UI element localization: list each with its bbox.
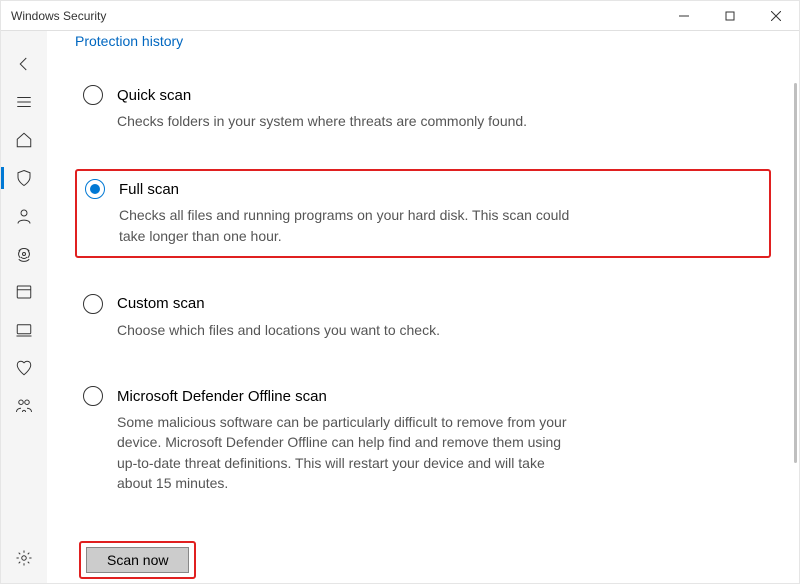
scrollbar[interactable] [791,43,797,581]
hamburger-icon [15,93,33,111]
option-title: Full scan [119,181,179,198]
window-controls [661,1,799,31]
heart-icon [15,359,33,377]
person-icon [15,207,33,225]
nav-virus[interactable] [1,159,47,197]
settings-button[interactable] [1,539,47,577]
sidebar [1,31,47,583]
option-desc: Choose which files and locations you wan… [117,320,577,340]
minimize-button[interactable] [661,1,707,31]
titlebar: Windows Security [1,1,799,31]
gear-icon [15,549,33,567]
option-custom-scan[interactable]: Custom scan Choose which files and locat… [75,286,771,350]
radio-offline-scan[interactable] [83,386,103,406]
nav-home[interactable] [1,121,47,159]
back-button[interactable] [1,45,47,83]
nav-device[interactable] [1,311,47,349]
scrollbar-thumb[interactable] [794,83,797,463]
family-icon [15,397,33,415]
option-quick-scan[interactable]: Quick scan Checks folders in your system… [75,77,771,141]
option-title: Quick scan [117,87,191,104]
option-desc: Checks folders in your system where thre… [117,111,577,131]
browser-icon [15,283,33,301]
home-icon [15,131,33,149]
close-button[interactable] [753,1,799,31]
nav-family[interactable] [1,387,47,425]
scan-now-button[interactable]: Scan now [86,547,189,573]
option-desc: Some malicious software can be particula… [117,412,577,493]
nav-appbrowser[interactable] [1,273,47,311]
option-title: Microsoft Defender Offline scan [117,388,327,405]
device-icon [15,321,33,339]
maximize-button[interactable] [707,1,753,31]
option-desc: Checks all files and running programs on… [119,205,579,246]
menu-button[interactable] [1,83,47,121]
radio-custom-scan[interactable] [83,294,103,314]
window-title: Windows Security [11,9,106,23]
nav-performance[interactable] [1,349,47,387]
option-title: Custom scan [117,295,205,312]
main-content: Protection history Quick scan Checks fol… [47,31,799,583]
radio-quick-scan[interactable] [83,85,103,105]
arrow-left-icon [15,55,33,73]
nav-firewall[interactable] [1,235,47,273]
scan-now-highlight: Scan now [79,541,196,579]
nav-account[interactable] [1,197,47,235]
shield-icon [15,169,33,187]
option-full-scan[interactable]: Full scan Checks all files and running p… [75,169,771,258]
protection-history-link[interactable]: Protection history [75,33,771,49]
radio-full-scan[interactable] [85,179,105,199]
option-offline-scan[interactable]: Microsoft Defender Offline scan Some mal… [75,378,771,503]
wifi-icon [15,245,33,263]
